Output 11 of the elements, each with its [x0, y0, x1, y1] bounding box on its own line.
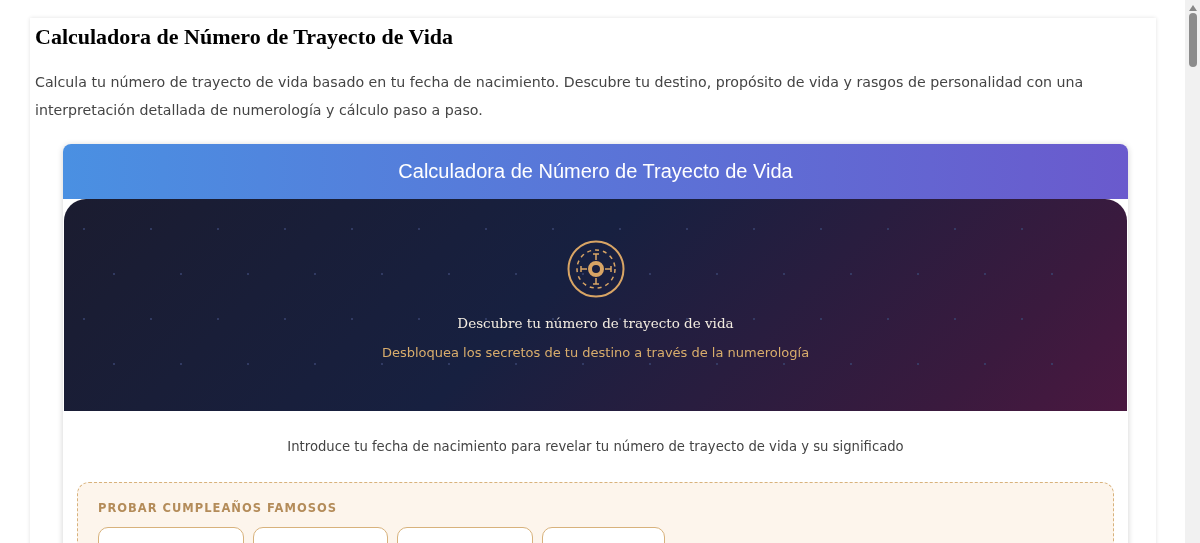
intro-paragraph: Calcula tu número de trayecto de vida basado en tu fecha de nacimiento. Descubre tu destino, propósito de vida y rasgos de personalidad con una interpretación detallada de numerología y cálculo paso a paso.: [35, 73, 1085, 120]
hero-heading: Descubre tu número de trayecto de vida: [457, 315, 734, 331]
scrollbar-thumb[interactable]: [1188, 13, 1197, 67]
calculator-header: Calculadora de Número de Trayecto de Vida: [63, 144, 1128, 199]
hero-subheading: Desbloquea los secretos de tu destino a través de la numerología: [381, 345, 810, 360]
instruction-text: Introduce tu fecha de nacimiento para revelar tu número de trayecto de vida y su significado: [286, 439, 905, 454]
page-title: Calculadora de Número de Trayecto de Vida: [35, 24, 454, 50]
compass-icon: [566, 240, 625, 298]
scroll-up-icon[interactable]: [1188, 5, 1197, 11]
section-label: PROBAR CUMPLEAÑOS FAMOSOS: [98, 501, 338, 515]
scrollbar[interactable]: [1185, 0, 1200, 543]
